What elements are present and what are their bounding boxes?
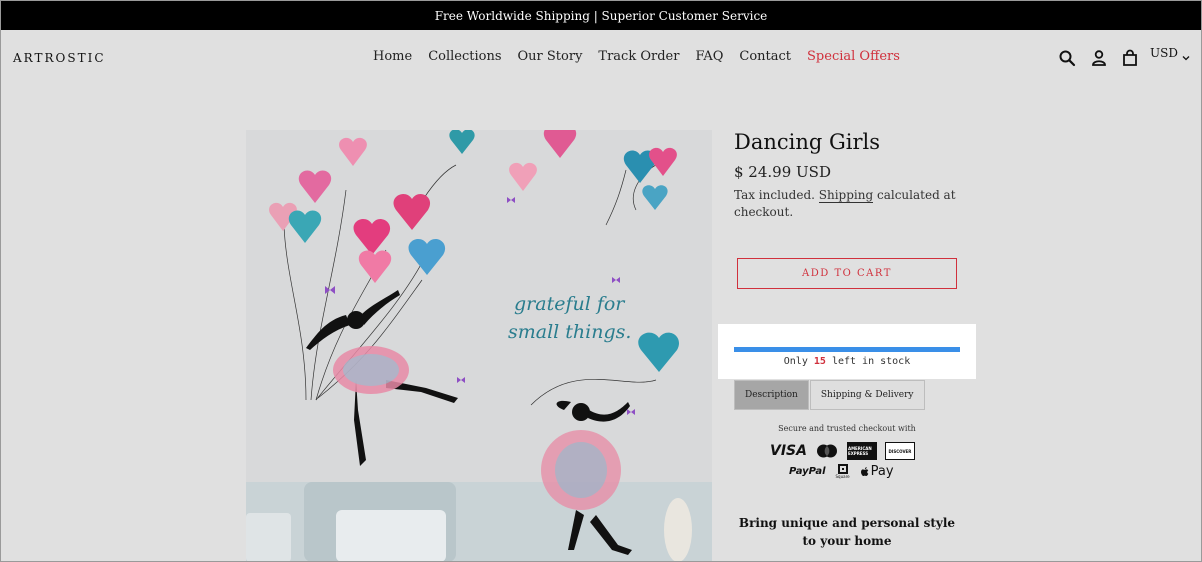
currency-label: USD [1150,46,1178,60]
stock-text: Only 15 left in stock [718,356,976,367]
stock-indicator: 15 Only 15 left in stock [718,324,976,379]
chevron-down-icon [1182,56,1190,61]
announcement-text: Free Worldwide Shipping | Superior Custo… [434,8,768,23]
nav-our-story[interactable]: Our Story [518,49,583,64]
amex-icon: AMERICAN EXPRESS [846,442,877,460]
mastercard-icon [816,444,837,458]
currency-selector[interactable]: USD [1150,44,1190,62]
tax-note: Tax included. Shipping calculated at che… [734,187,964,221]
square-icon: Square [836,464,850,479]
nav-faq[interactable]: FAQ [695,49,723,64]
tab-shipping-delivery[interactable]: Shipping & Delivery [809,380,925,410]
apple-logo-icon [860,466,868,476]
site-logo[interactable]: ARTROSTIC [13,51,106,65]
stock-progress-bar: 15 [734,342,960,352]
search-icon[interactable] [1058,49,1078,69]
wall-text-line1: grateful for [514,293,626,315]
nav-home[interactable]: Home [373,49,412,64]
square-label: Square [835,474,850,479]
account-icon[interactable] [1090,49,1110,69]
paypal-icon: PayPal [789,466,826,477]
applepay-icon: Pay [860,464,894,479]
payment-icons-row1: VISA AMERICAN EXPRESS DISCOVER [770,442,915,460]
stock-bar-label: 15 [843,342,851,349]
secure-checkout-heading: Secure and trusted checkout with [778,424,916,433]
stock-count: 15 [813,356,826,367]
payment-icons-row2: PayPal Square Pay [789,464,894,479]
announcement-bar: Free Worldwide Shipping | Superior Custo… [1,1,1201,30]
nav-contact[interactable]: Contact [739,49,791,64]
cart-icon[interactable] [1121,49,1141,69]
shipping-link[interactable]: Shipping [818,188,874,203]
main-nav: Home Collections Our Story Track Order F… [373,49,900,64]
nav-track-order[interactable]: Track Order [598,49,679,64]
product-title: Dancing Girls [734,130,881,154]
visa-icon: VISA [770,443,807,459]
stock-prefix: Only [783,356,814,367]
nav-collections[interactable]: Collections [428,49,501,64]
product-tagline: Bring unique and personal style to your … [738,516,956,548]
discover-icon: DISCOVER [884,442,915,460]
applepay-label: Pay [870,464,894,479]
add-to-cart-button[interactable]: ADD TO CART [737,258,957,289]
stock-suffix: left in stock [825,356,911,367]
product-image[interactable]: grateful for small things. [246,130,712,562]
nav-special-offers[interactable]: Special Offers [807,49,900,64]
tax-prefix: Tax included. [734,188,819,202]
product-price: $ 24.99 USD [734,163,831,181]
product-tabs: Description Shipping & Delivery [734,380,925,410]
tab-description[interactable]: Description [734,380,809,410]
wall-text-line2: small things. [508,321,631,343]
